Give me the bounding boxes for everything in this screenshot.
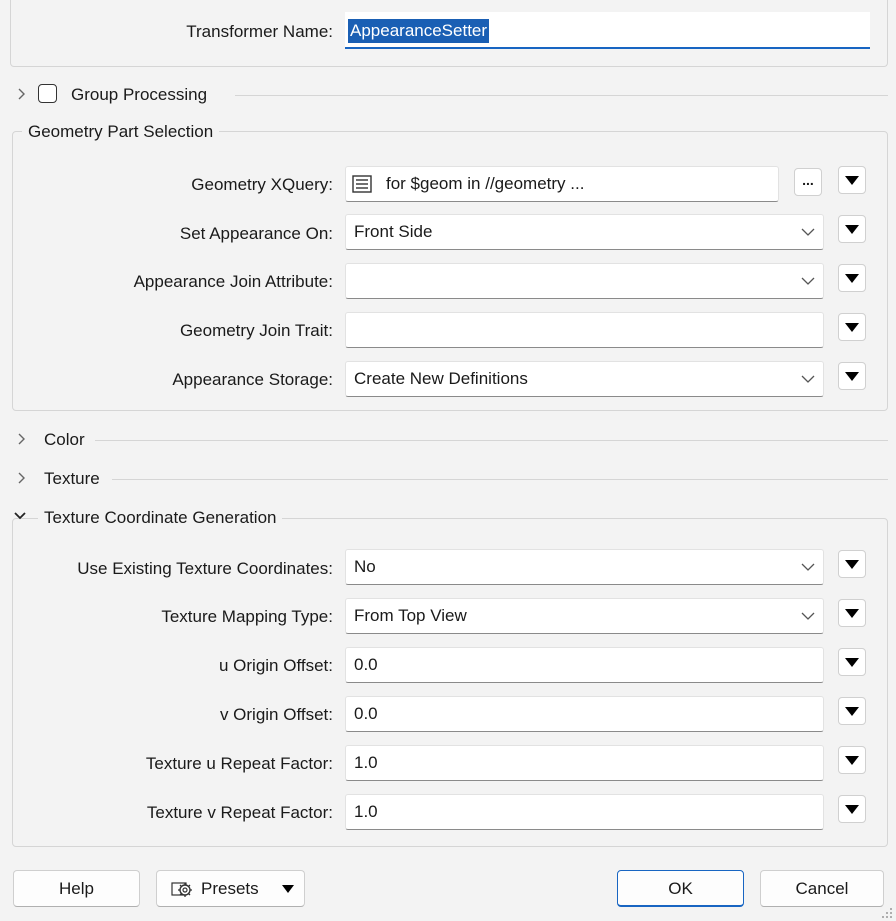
parameter-menu-button[interactable] — [838, 648, 866, 676]
triangle-down-icon — [282, 885, 294, 893]
triangle-down-icon — [845, 608, 859, 618]
u-origin-offset-input[interactable]: 0.0 — [345, 647, 824, 683]
ellipsis-button[interactable]: ... — [794, 168, 822, 196]
triangle-down-icon — [845, 371, 859, 381]
chevron-down-icon — [801, 599, 815, 633]
triangle-down-icon — [845, 657, 859, 667]
divider — [112, 479, 888, 480]
texture-u-repeat-factor-value: 1.0 — [354, 753, 378, 772]
chevron-right-icon[interactable] — [17, 471, 27, 485]
triangle-down-icon — [845, 804, 859, 814]
triangle-down-icon — [845, 559, 859, 569]
chevron-right-icon[interactable] — [17, 87, 27, 101]
geometry-join-trait-input[interactable] — [345, 312, 824, 348]
chevron-down-icon — [801, 550, 815, 584]
parameter-menu-button[interactable] — [838, 215, 866, 243]
texture-coordinate-generation-header[interactable]: Texture Coordinate Generation — [38, 508, 283, 528]
texture-v-repeat-factor-label: Texture v Repeat Factor: — [146, 803, 333, 822]
u-origin-offset-value: 0.0 — [354, 655, 378, 674]
geometry-part-selection-title: Geometry Part Selection — [22, 122, 220, 142]
chevron-down-icon — [801, 215, 815, 249]
set-appearance-on-value: Front Side — [354, 222, 433, 241]
parameter-menu-button[interactable] — [838, 795, 866, 823]
parameter-menu-button[interactable] — [838, 697, 866, 725]
divider — [95, 440, 888, 441]
texture-v-repeat-factor-input[interactable]: 1.0 — [345, 794, 824, 830]
texture-u-repeat-factor-input[interactable]: 1.0 — [345, 745, 824, 781]
appearance-storage-select[interactable]: Create New Definitions — [345, 361, 824, 397]
set-appearance-on-select[interactable]: Front Side — [345, 214, 824, 250]
texture-v-repeat-factor-value: 1.0 — [354, 802, 378, 821]
geometry-xquery-value: for $geom in //geometry ... — [386, 174, 585, 193]
transformer-name-input[interactable]: AppearanceSetter — [345, 12, 870, 49]
parameter-menu-button[interactable] — [838, 362, 866, 390]
ok-button[interactable]: OK — [617, 870, 744, 907]
resize-grip-icon[interactable] — [880, 906, 894, 920]
v-origin-offset-input[interactable]: 0.0 — [345, 696, 824, 732]
geometry-xquery-field[interactable]: for $geom in //geometry ... — [345, 166, 779, 202]
text-editor-icon — [352, 175, 372, 193]
parameter-menu-button[interactable] — [838, 166, 866, 194]
chevron-down-icon[interactable] — [13, 511, 27, 521]
triangle-down-icon — [845, 755, 859, 765]
geometry-join-trait-label: Geometry Join Trait: — [179, 321, 333, 340]
triangle-down-icon — [845, 322, 859, 332]
use-existing-texture-coordinates-value: No — [354, 557, 376, 576]
use-existing-texture-coordinates-label: Use Existing Texture Coordinates: — [77, 559, 333, 578]
triangle-down-icon — [845, 224, 859, 234]
v-origin-offset-value: 0.0 — [354, 704, 378, 723]
transformer-name-label: Transformer Name: — [186, 22, 333, 41]
gear-icon — [171, 882, 192, 897]
parameter-menu-button[interactable] — [838, 599, 866, 627]
appearance-storage-label: Appearance Storage: — [172, 370, 333, 389]
triangle-down-icon — [845, 175, 859, 185]
appearance-join-attribute-label: Appearance Join Attribute: — [133, 272, 333, 291]
appearance-join-attribute-select[interactable] — [345, 263, 824, 299]
cancel-button[interactable]: Cancel — [760, 870, 884, 907]
parameter-menu-button[interactable] — [838, 264, 866, 292]
parameter-menu-button[interactable] — [838, 550, 866, 578]
presets-button[interactable]: Presets — [156, 870, 305, 907]
texture-u-repeat-factor-label: Texture u Repeat Factor: — [145, 754, 333, 773]
appearance-storage-value: Create New Definitions — [354, 369, 528, 388]
u-origin-offset-label: u Origin Offset: — [218, 656, 333, 675]
group-processing-label: Group Processing — [71, 85, 208, 104]
parameter-menu-button[interactable] — [838, 313, 866, 341]
chevron-down-icon — [801, 362, 815, 396]
texture-section-header[interactable]: Texture — [44, 469, 100, 489]
texture-mapping-type-label: Texture Mapping Type: — [161, 607, 333, 626]
geometry-xquery-label: Geometry XQuery: — [191, 175, 333, 194]
divider — [235, 95, 888, 96]
group-processing-checkbox[interactable] — [38, 84, 57, 103]
texture-mapping-type-select[interactable]: From Top View — [345, 598, 824, 634]
help-button[interactable]: Help — [13, 870, 140, 907]
parameter-menu-button[interactable] — [838, 746, 866, 774]
presets-label: Presets — [201, 879, 259, 898]
chevron-down-icon — [801, 264, 815, 298]
transformer-name-value: AppearanceSetter — [348, 19, 490, 43]
chevron-right-icon[interactable] — [17, 432, 27, 446]
use-existing-texture-coordinates-select[interactable]: No — [345, 549, 824, 585]
set-appearance-on-label: Set Appearance On: — [179, 224, 333, 243]
texture-mapping-type-value: From Top View — [354, 606, 467, 625]
triangle-down-icon — [845, 273, 859, 283]
triangle-down-icon — [845, 706, 859, 716]
color-section-header[interactable]: Color — [44, 430, 85, 450]
v-origin-offset-label: v Origin Offset: — [219, 705, 333, 724]
